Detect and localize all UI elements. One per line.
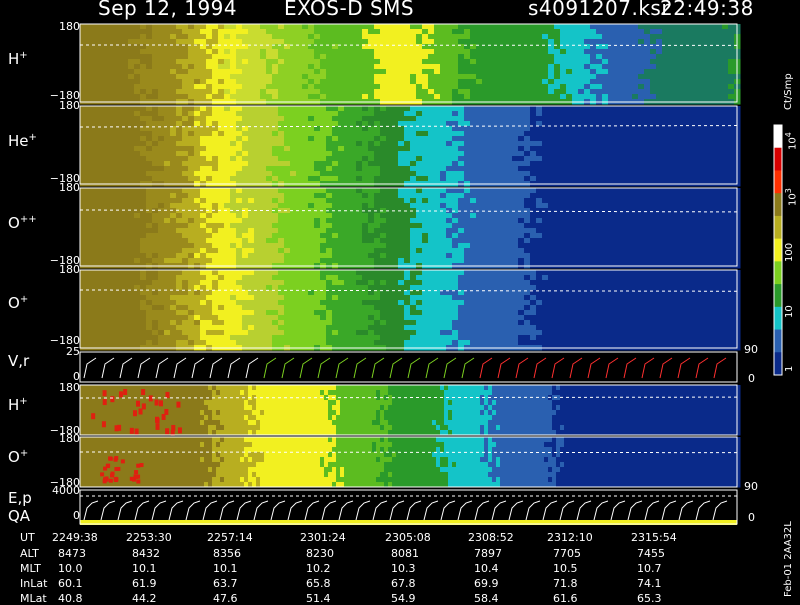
h-plus-top-tick: 180 [44,20,80,33]
colorbar-tick-10: 10 [784,305,795,318]
colorbar-tick-1: 1 [784,366,795,372]
ep-bottom-tick: 0 [44,509,80,522]
ephemeris-row-label: InLat [20,577,47,590]
ephemeris-cell: 10.0 [58,562,83,575]
ephemeris-cell: 54.9 [391,592,416,605]
ephemeris-cell: 7455 [637,547,665,560]
o-plus-pa-top-tick: 180 [44,432,80,445]
ephemeris-cell: 47.6 [213,592,238,605]
panel-label-o-plus: O+ [8,294,28,312]
colorbar-segment [774,239,782,262]
ephemeris-cell: 74.1 [637,577,662,590]
right-axis-90-lower: 90 [744,480,758,493]
ephemeris-cell: 10.4 [474,562,499,575]
ephemeris-cell: 8081 [391,547,419,560]
ephemeris-cell: 63.7 [213,577,238,590]
panel-label-qa: QA [8,507,30,525]
ephemeris-cell: 8432 [132,547,160,560]
ephemeris-cell: 2301:24 [300,531,346,544]
colorbar-segment [774,148,782,171]
ep-top-tick: 4000 [40,484,80,497]
ephemeris-cell: 10.5 [553,562,578,575]
vr-top-tick: 25 [44,345,80,358]
ephemeris-cell: 2312:10 [547,531,593,544]
ephemeris-cell: 2249:38 [52,531,98,544]
colorbar-tick-100: 100 [784,243,795,262]
ephemeris-cell: 10.3 [391,562,416,575]
ephemeris-cell: 67.8 [391,577,416,590]
o-plus-top-tick: 180 [44,263,80,276]
ephemeris-cell: 2308:52 [468,531,514,544]
ephemeris-cell: 2257:14 [207,531,253,544]
ephemeris-cell: 65.3 [637,592,662,605]
ephemeris-cell: 10.2 [306,562,331,575]
spectrogram-plot [0,0,800,600]
ephemeris-row-label: MLT [20,562,41,575]
ephemeris-cell: 60.1 [58,577,83,590]
colorbar-segment [774,170,782,193]
ep-panel [80,490,737,524]
colorbar-segment [774,284,782,307]
ephemeris-cell: 65.8 [306,577,331,590]
colorbar-segment [774,330,782,353]
ephemeris-cell: 10.1 [132,562,157,575]
ephemeris-cell: 40.8 [58,592,83,605]
ephemeris-cell: 44.2 [132,592,157,605]
colorbar-segment [774,216,782,239]
he-plus-top-tick: 180 [44,99,80,112]
h-plus-pa-top-tick: 180 [44,381,80,394]
ephemeris-row-label: ALT [20,547,39,560]
ephemeris-cell: 10.7 [637,562,662,575]
ephemeris-cell: 7897 [474,547,502,560]
colorbar-tick-1e3: 103 [784,188,798,206]
ephemeris-cell: 58.4 [474,592,499,605]
panel-label-ep: E,p [8,489,32,507]
ephemeris-cell: 8230 [306,547,334,560]
panel-label-o-plus-plus: O++ [8,214,37,232]
ephemeris-cell: 2315:54 [631,531,677,544]
ephemeris-cell: 2305:08 [385,531,431,544]
panel-label-o-plus-pa: O+ [8,448,28,466]
panel-label-he-plus: He+ [8,132,37,150]
ephemeris-cell: 10.1 [213,562,238,575]
ephemeris-row-label: UT [20,531,35,544]
ephemeris-cell: 69.9 [474,577,499,590]
right-axis-90-upper: 90 [744,343,758,356]
ephemeris-row-label: MLat [20,592,47,605]
ephemeris-cell: 2253:30 [126,531,172,544]
ephemeris-cell: 51.4 [306,592,331,605]
ephemeris-cell: 8356 [213,547,241,560]
colorbar-segment [774,352,782,375]
ephemeris-cell: 61.9 [132,577,157,590]
colorbar-segment [774,307,782,330]
ephemeris-cell: 71.8 [553,577,578,590]
ephemeris-cell: 61.6 [553,592,578,605]
colorbar-segment [774,125,782,148]
ephemeris-cell: 7705 [553,547,581,560]
ephemeris-cell: 8473 [58,547,86,560]
panel-label-h-plus: H+ [8,50,28,68]
right-axis-0-lower: 0 [748,511,755,524]
right-axis-0-upper: 0 [748,372,755,385]
footer-tag: Feb-01 2AA32L [783,521,794,597]
o-plus-plus-top-tick: 180 [44,181,80,194]
panel-label-h-plus-pa: H+ [8,396,28,414]
panel-label-vr: V,r [8,352,29,370]
colorbar-tick-1e4: 104 [784,132,798,150]
colorbar-segment [774,261,782,284]
colorbar-segment [774,193,782,216]
colorbar-unit-label: Ct/Smp [783,73,794,110]
